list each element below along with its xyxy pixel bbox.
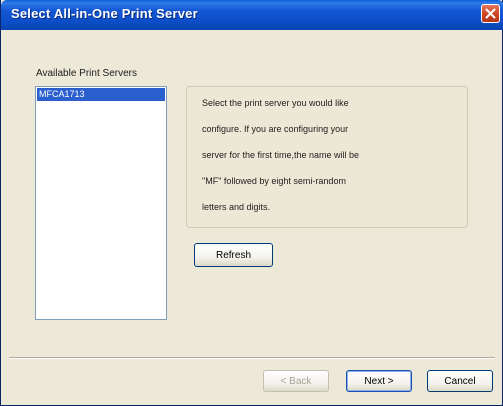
list-item[interactable]: MFCA1713 xyxy=(37,88,165,101)
title-bar[interactable]: Select All-in-One Print Server xyxy=(1,0,503,30)
window-title: Select All-in-One Print Server xyxy=(11,6,198,21)
info-text-line: server for the first time,the name will … xyxy=(202,150,360,160)
cancel-button[interactable]: Cancel xyxy=(427,370,493,392)
server-list[interactable]: MFCA1713 xyxy=(35,86,167,320)
info-text-line: Select the print server you would like xyxy=(202,98,349,108)
refresh-button[interactable]: Refresh xyxy=(194,243,273,267)
back-button[interactable]: < Back xyxy=(263,370,329,392)
next-button[interactable]: Next > xyxy=(346,370,412,392)
info-text-line: "MF" followed by eight semi-random xyxy=(202,176,346,186)
info-text-line: letters and digits. xyxy=(202,202,271,212)
close-button[interactable] xyxy=(481,4,500,23)
dialog-window: Select All-in-One Print Server Available… xyxy=(0,0,503,406)
close-icon xyxy=(485,8,496,19)
available-servers-label: Available Print Servers xyxy=(36,68,137,79)
info-text-line: configure. If you are configuring your xyxy=(202,124,349,134)
footer-separator xyxy=(9,357,495,359)
info-panel: Select the print server you would like c… xyxy=(186,86,468,228)
